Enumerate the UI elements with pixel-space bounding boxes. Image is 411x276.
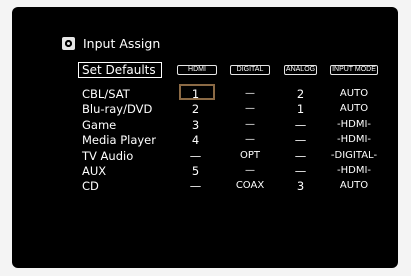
osd-screen: Input Assign Set Defaults HDMI DIGITAL A… (12, 7, 398, 268)
analog-assign-value[interactable]: 2 (284, 87, 317, 101)
input-source-label[interactable]: Game (82, 118, 116, 132)
set-defaults-button[interactable]: Set Defaults (78, 62, 162, 78)
input-source-label[interactable]: AUX (82, 164, 106, 178)
hdmi-assign-value[interactable]: 5 (174, 164, 217, 178)
digital-assign-value[interactable]: — (230, 133, 270, 147)
input-mode-value[interactable]: -HDMI- (330, 164, 378, 178)
analog-assign-value[interactable]: 3 (284, 179, 317, 193)
input-mode-value[interactable]: AUTO (330, 179, 378, 193)
hdmi-assign-value[interactable]: 2 (174, 102, 217, 116)
hdmi-assign-value[interactable]: — (174, 149, 217, 163)
digital-assign-value[interactable]: — (230, 164, 270, 178)
hdmi-assign-value[interactable]: 3 (174, 118, 217, 132)
input-mode-value[interactable]: AUTO (330, 102, 378, 116)
input-source-label[interactable]: CD (82, 179, 99, 193)
input-mode-value[interactable]: AUTO (330, 87, 378, 101)
column-header-digital: DIGITAL (230, 65, 270, 75)
column-header-hdmi: HDMI (177, 65, 217, 75)
input-source-icon (62, 37, 75, 50)
digital-assign-value[interactable]: — (230, 87, 270, 101)
digital-assign-value[interactable]: OPT (230, 149, 270, 163)
input-source-label[interactable]: Blu-ray/DVD (82, 102, 152, 116)
column-header-input-mode: INPUT MODE (330, 65, 378, 75)
analog-assign-value[interactable]: — (284, 149, 317, 163)
digital-assign-value[interactable]: — (230, 118, 270, 132)
input-mode-value[interactable]: -HDMI- (330, 133, 378, 147)
analog-assign-value[interactable]: — (284, 133, 317, 147)
input-mode-value[interactable]: -DIGITAL- (330, 149, 378, 163)
input-source-label[interactable]: CBL/SAT (82, 87, 130, 101)
input-source-label[interactable]: TV Audio (82, 149, 133, 163)
digital-assign-value[interactable]: COAX (230, 179, 270, 193)
hdmi-assign-value[interactable]: 4 (174, 133, 217, 147)
digital-assign-value[interactable]: — (230, 102, 270, 116)
hdmi-assign-value[interactable]: 1 (174, 87, 217, 101)
analog-assign-value[interactable]: — (284, 118, 317, 132)
analog-assign-value[interactable]: 1 (284, 102, 317, 116)
header: Input Assign (62, 36, 160, 51)
column-header-analog: ANALOG (284, 65, 317, 75)
input-source-label[interactable]: Media Player (82, 133, 156, 147)
hdmi-assign-value[interactable]: — (174, 179, 217, 193)
page-title: Input Assign (83, 36, 161, 51)
analog-assign-value[interactable]: — (284, 164, 317, 178)
input-mode-value[interactable]: -HDMI- (330, 118, 378, 132)
